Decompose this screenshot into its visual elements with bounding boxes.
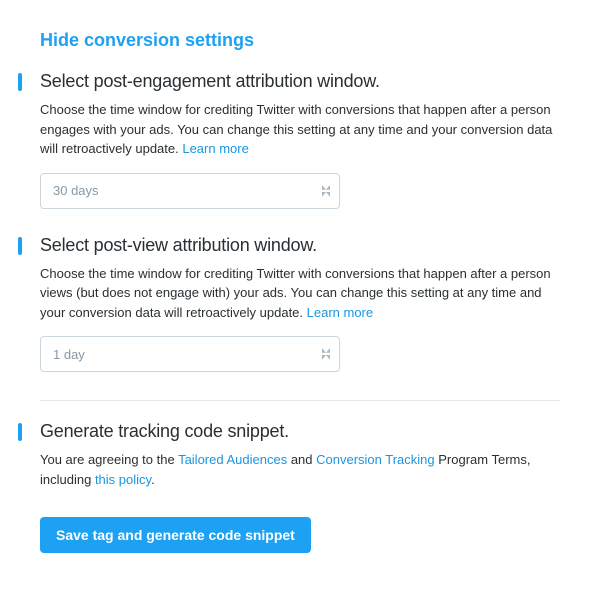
generate-section: Generate tracking code snippet. You are … [40, 421, 560, 553]
post-engagement-desc: Choose the time window for crediting Twi… [40, 100, 560, 159]
learn-more-link[interactable]: Learn more [182, 141, 248, 156]
post-engagement-section: Select post-engagement attribution windo… [40, 71, 560, 209]
generate-title: Generate tracking code snippet. [40, 421, 560, 442]
post-view-select-wrap: 1 day [40, 336, 340, 372]
agree-suffix: . [151, 472, 155, 487]
save-tag-button[interactable]: Save tag and generate code snippet [40, 517, 311, 553]
post-view-title: Select post-view attribution window. [40, 235, 560, 256]
generate-desc: You are agreeing to the Tailored Audienc… [40, 450, 560, 489]
tailored-audiences-link[interactable]: Tailored Audiences [178, 452, 287, 467]
divider [40, 400, 560, 401]
post-engagement-select[interactable]: 30 days [40, 173, 340, 209]
this-policy-link[interactable]: this policy [95, 472, 151, 487]
hide-conversion-settings-link[interactable]: Hide conversion settings [40, 30, 560, 51]
post-engagement-select-wrap: 30 days [40, 173, 340, 209]
learn-more-link[interactable]: Learn more [307, 305, 373, 320]
post-view-section: Select post-view attribution window. Cho… [40, 235, 560, 373]
post-engagement-title: Select post-engagement attribution windo… [40, 71, 560, 92]
conversion-tracking-link[interactable]: Conversion Tracking [316, 452, 435, 467]
post-engagement-desc-text: Choose the time window for crediting Twi… [40, 102, 552, 156]
post-view-select[interactable]: 1 day [40, 336, 340, 372]
post-view-desc-text: Choose the time window for crediting Twi… [40, 266, 551, 320]
post-view-desc: Choose the time window for crediting Twi… [40, 264, 560, 323]
agree-and: and [287, 452, 316, 467]
agree-prefix: You are agreeing to the [40, 452, 178, 467]
